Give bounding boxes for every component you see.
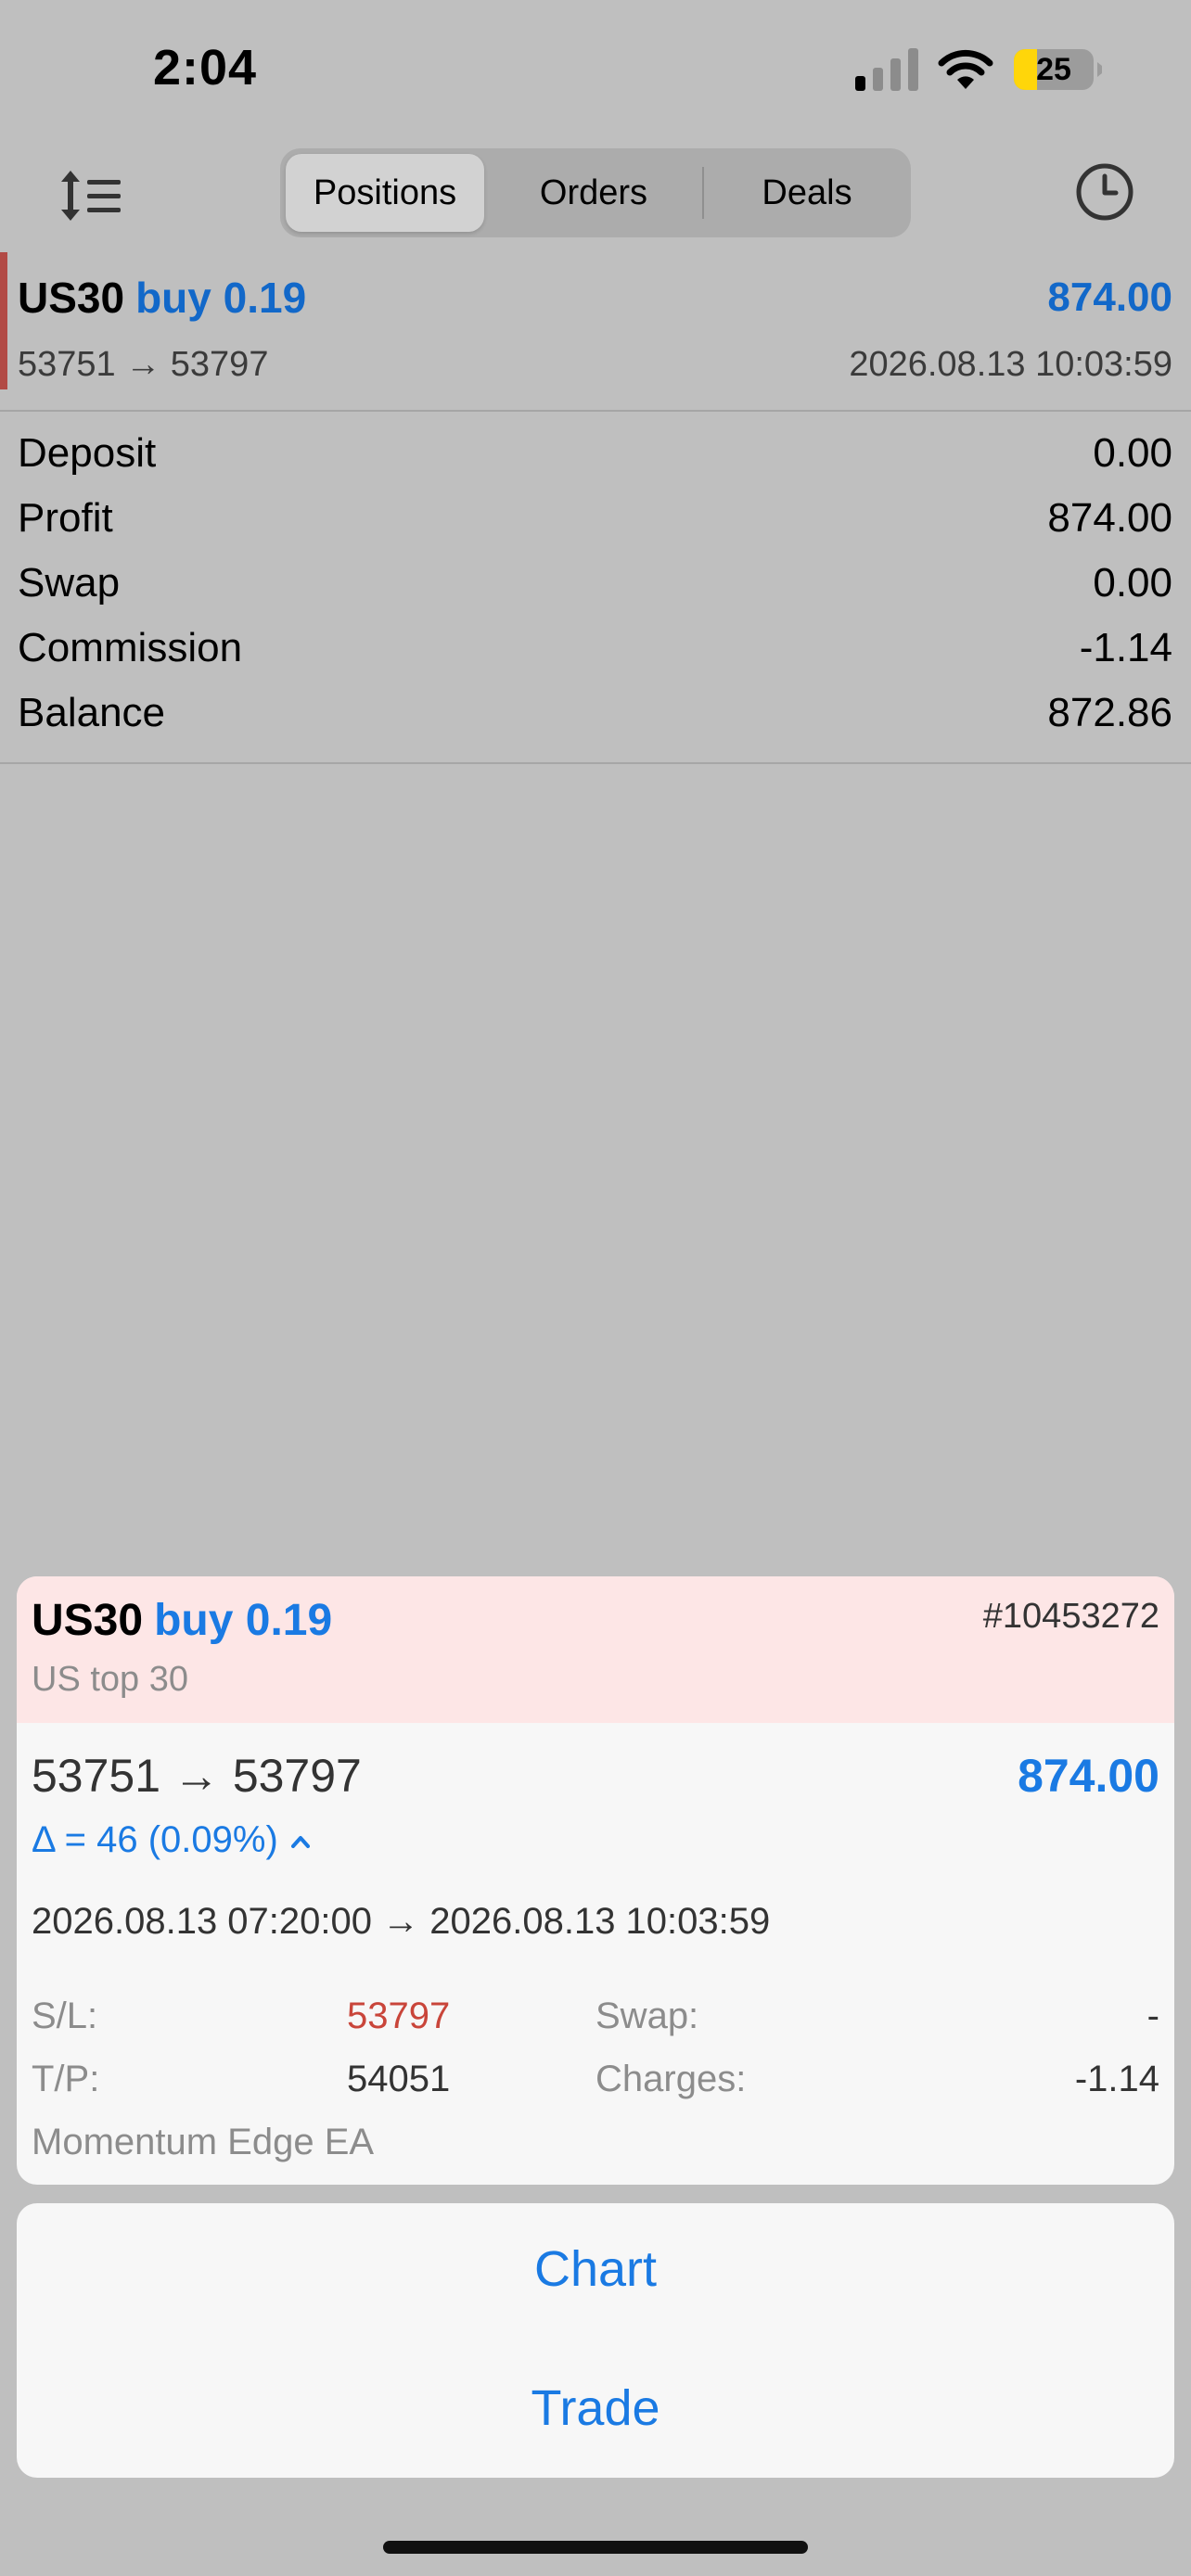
summary-value: -1.14 [1079,625,1172,670]
status-bar: 2:04 25 [0,0,1191,139]
summary-value: 0.00 [1093,430,1172,476]
summary-row-profit: Profit 874.00 [0,488,1191,553]
summary-label: Balance [18,690,166,735]
sl-value: 53797 [347,1996,451,2036]
account-summary: Deposit 0.00 Profit 874.00 Swap 0.00 Com… [0,423,1191,747]
position-accent-bar [0,252,7,389]
detail-description: US top 30 [32,1660,188,1699]
detail-comment: Momentum Edge EA [32,2122,375,2162]
status-time: 2:04 [153,40,258,96]
summary-row-deposit: Deposit 0.00 [0,423,1191,488]
summary-label: Deposit [18,430,157,476]
position-time: 2026.08.13 10:03:59 [849,345,1172,384]
position-prices: 53751 → 53797 [18,345,269,384]
tab-deals[interactable]: Deals [709,154,905,232]
summary-label: Commission [18,625,243,670]
summary-row-swap: Swap 0.00 [0,553,1191,618]
position-profit: 874.00 [1047,274,1172,320]
action-sheet: Chart Trade [17,2203,1174,2478]
summary-row-commission: Commission -1.14 [0,618,1191,682]
toolbar: Positions Orders Deals [0,148,1191,241]
summary-value: 0.00 [1093,560,1172,606]
sort-icon[interactable] [58,167,122,224]
position-title: US30 buy 0.19 [18,273,306,323]
summary-label: Profit [18,495,113,541]
detail-symbol: US30 [32,1596,144,1645]
wifi-icon [938,49,993,89]
battery-level: 25 [1036,52,1071,87]
detail-times: 2026.08.13 07:20:00 → 2026.08.13 10:03:5… [32,1901,771,1942]
divider [0,762,1191,764]
trade-button[interactable]: Trade [17,2379,1174,2437]
summary-row-balance: Balance 872.86 [0,682,1191,747]
detail-header: US30 buy 0.19 #10453272 US top 30 [17,1576,1174,1723]
detail-profit: 874.00 [1018,1750,1159,1802]
detail-prices: 53751 → 53797 [32,1750,362,1802]
detail-ticket: #10453272 [982,1597,1159,1636]
position-row[interactable]: US30 buy 0.19 874.00 53751 → 53797 2026.0… [0,252,1191,410]
summary-value: 874.00 [1047,495,1172,541]
position-detail-card: US30 buy 0.19 #10453272 US top 30 53751 →… [17,1576,1174,2185]
cellular-signal-icon [855,48,918,91]
swap-label: Swap: [596,1996,699,2036]
sl-label: S/L: [32,1996,98,2036]
divider [0,410,1191,412]
charges-value: -1.14 [1074,2059,1159,2099]
tp-value: 54051 [347,2059,451,2099]
battery-icon: 25 [1013,48,1106,91]
detail-title: US30 buy 0.19 [32,1595,332,1646]
home-indicator[interactable] [383,2541,808,2554]
position-side: buy 0.19 [135,274,307,322]
position-symbol: US30 [18,274,125,322]
swap-value: - [1146,1996,1159,2036]
summary-value: 872.86 [1047,690,1172,735]
detail-delta: Δ = 46 (0.09%) [32,1819,278,1860]
charges-label: Charges: [596,2059,747,2099]
tab-orders[interactable]: Orders [492,154,696,232]
tab-positions[interactable]: Positions [286,154,484,232]
chart-button[interactable]: Chart [17,2240,1174,2298]
summary-label: Swap [18,560,121,606]
segment-divider [702,167,704,219]
chevron-up-icon [290,1836,310,1849]
tp-label: T/P: [32,2059,100,2099]
detail-delta-toggle[interactable]: Δ = 46 (0.09%) [32,1819,310,1861]
tabs-segmented-control: Positions Orders Deals [280,148,911,237]
detail-side: buy 0.19 [154,1596,333,1645]
clock-icon[interactable] [1074,161,1135,223]
